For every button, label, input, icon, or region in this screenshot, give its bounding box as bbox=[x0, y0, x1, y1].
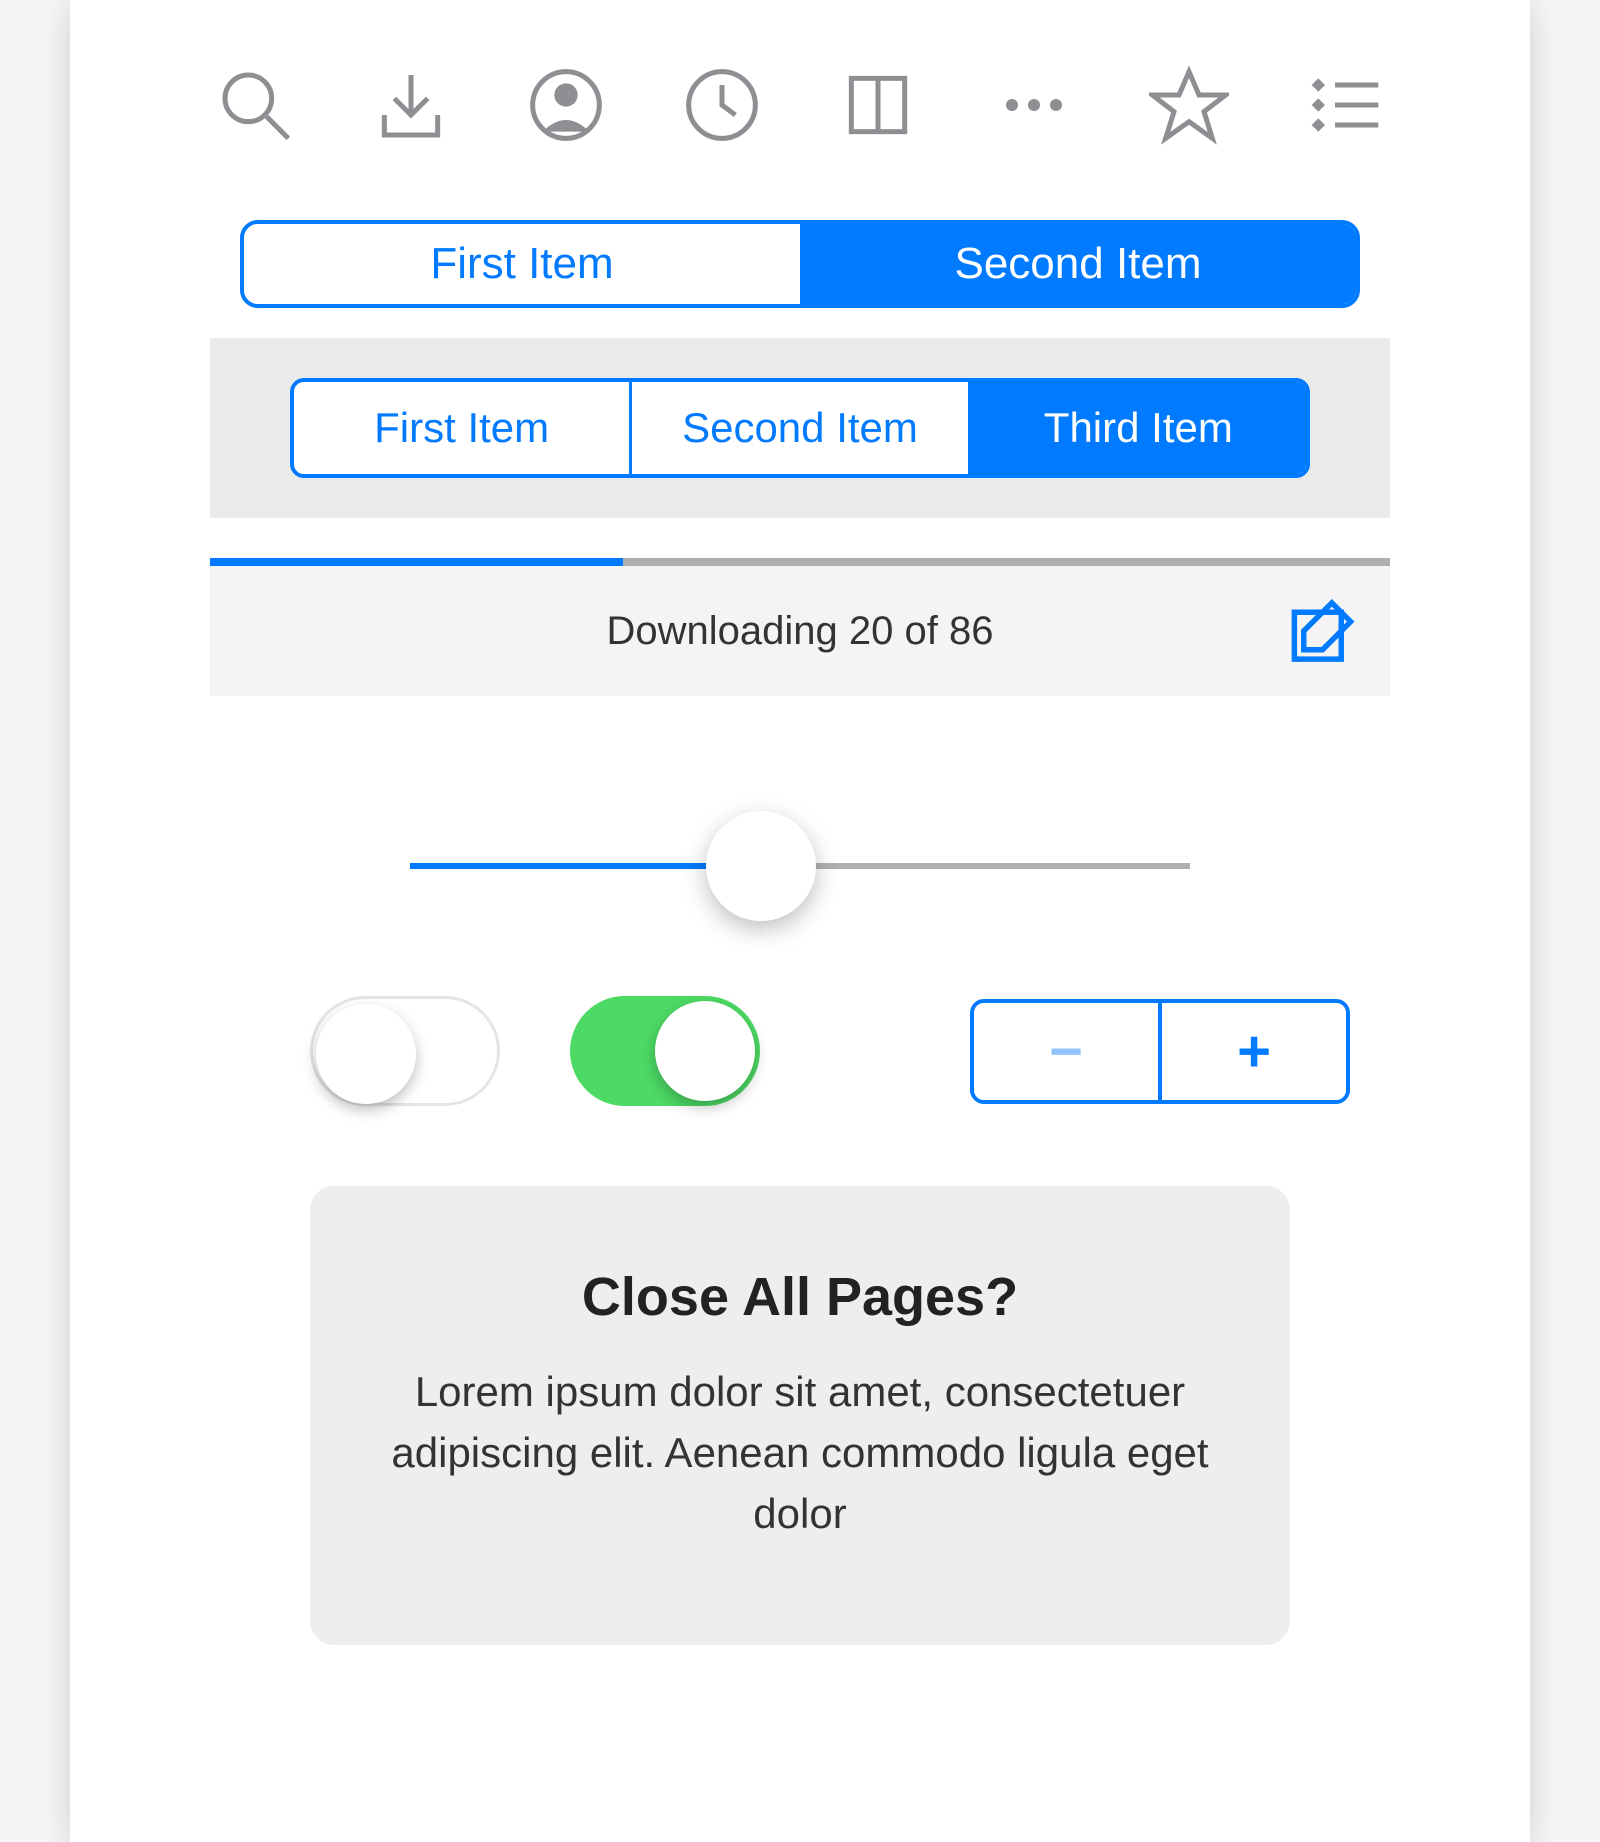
segmented-control-2: First Item Second Item bbox=[240, 220, 1360, 308]
star-icon[interactable] bbox=[1144, 60, 1234, 150]
clock-icon[interactable] bbox=[677, 60, 767, 150]
slider-thumb[interactable] bbox=[706, 811, 816, 921]
slider[interactable] bbox=[410, 826, 1190, 906]
controls-row: − + bbox=[310, 996, 1350, 1106]
profile-icon[interactable] bbox=[521, 60, 611, 150]
bullet-list-icon[interactable] bbox=[1300, 60, 1390, 150]
progress-bar bbox=[210, 558, 1390, 566]
alert-title: Close All Pages? bbox=[370, 1266, 1230, 1328]
download-status-row: Downloading 20 of 86 bbox=[210, 566, 1390, 696]
toggle-on-knob bbox=[655, 1001, 755, 1101]
segment-first[interactable]: First Item bbox=[244, 224, 800, 304]
alert-body: Lorem ipsum dolor sit amet, consectetuer… bbox=[370, 1362, 1230, 1545]
progress-fill bbox=[210, 558, 623, 566]
stepper: − + bbox=[970, 999, 1350, 1104]
progress-section: Downloading 20 of 86 bbox=[210, 558, 1390, 696]
device-frame: First Item Second Item First Item Second… bbox=[70, 0, 1530, 1842]
segmented-control-3: First Item Second Item Third Item bbox=[290, 378, 1310, 478]
book-icon[interactable] bbox=[833, 60, 923, 150]
segmented-panel: First Item Second Item Third Item bbox=[210, 338, 1390, 518]
toggle-on[interactable] bbox=[570, 996, 760, 1106]
segment3-third[interactable]: Third Item bbox=[971, 382, 1306, 474]
stepper-minus-button[interactable]: − bbox=[974, 1003, 1162, 1100]
toolbar bbox=[70, 40, 1530, 190]
compose-icon[interactable] bbox=[1285, 594, 1360, 669]
search-icon[interactable] bbox=[210, 60, 300, 150]
more-icon[interactable] bbox=[989, 60, 1079, 150]
download-icon[interactable] bbox=[366, 60, 456, 150]
segment-second[interactable]: Second Item bbox=[800, 224, 1356, 304]
toggle-off-knob bbox=[316, 1004, 416, 1104]
segment3-second[interactable]: Second Item bbox=[632, 382, 970, 474]
download-status-label: Downloading 20 of 86 bbox=[607, 609, 994, 654]
stepper-plus-button[interactable]: + bbox=[1162, 1003, 1346, 1100]
alert-dialog: Close All Pages? Lorem ipsum dolor sit a… bbox=[310, 1186, 1290, 1645]
segment3-first[interactable]: First Item bbox=[294, 382, 632, 474]
toggle-off[interactable] bbox=[310, 996, 500, 1106]
